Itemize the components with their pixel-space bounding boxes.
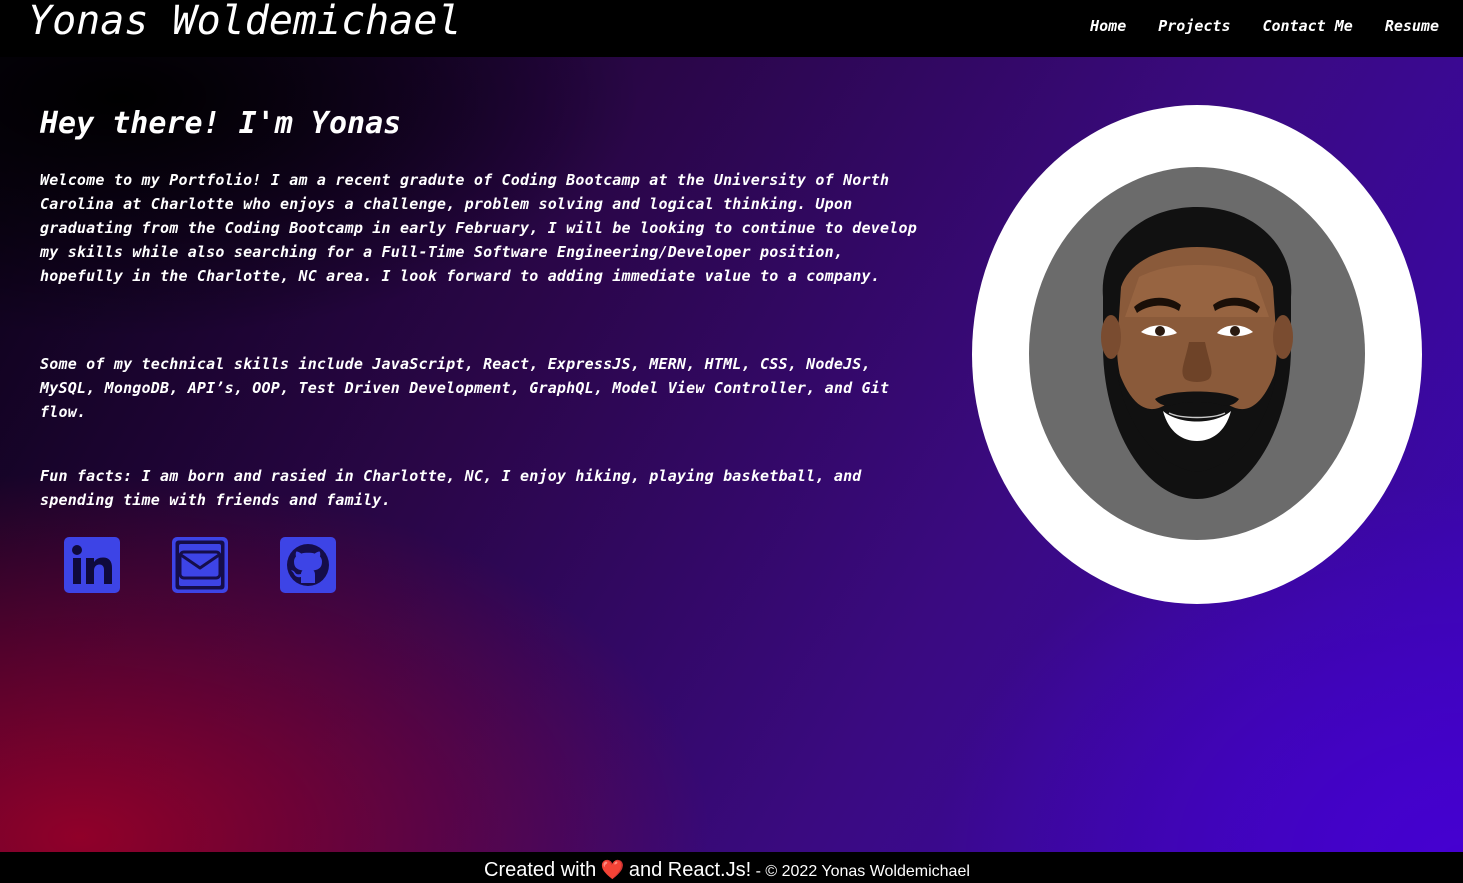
top-navbar: Yonas Woldemichael Home Projects Contact… <box>0 0 1463 57</box>
github-icon[interactable] <box>280 537 336 593</box>
fun-facts-paragraph: Fun facts: I am born and rasied in Charl… <box>40 467 862 509</box>
intro-paragraph: Welcome to my Portfolio! I am a recent g… <box>40 171 917 285</box>
nav-projects-link[interactable]: Projects <box>1158 16 1230 36</box>
nav-contact-link[interactable]: Contact Me <box>1263 16 1353 36</box>
hero-heading: Hey there! I'm Yonas <box>40 106 402 141</box>
footer-created-prefix: Created with <box>484 859 597 881</box>
footer-copyright: - © 2022 Yonas Woldemichael <box>755 863 970 880</box>
main-nav: Home Projects Contact Me Resume <box>1090 16 1439 36</box>
heart-icon: ❤️ <box>600 860 625 881</box>
email-icon[interactable] <box>172 537 228 593</box>
nav-home-link[interactable]: Home <box>1090 16 1126 36</box>
social-links <box>64 537 336 593</box>
footer: Created with ❤️ and React.Js! - © 2022 Y… <box>0 852 1463 883</box>
footer-created-suffix: and React.Js! <box>628 859 752 881</box>
linkedin-icon[interactable] <box>64 537 120 593</box>
skills-paragraph: Some of my technical skills include Java… <box>40 355 890 421</box>
site-title[interactable]: Yonas Woldemichael <box>28 0 461 44</box>
avatar <box>1029 167 1365 540</box>
footer-text: Created with ❤️ and React.Js! - © 2022 Y… <box>484 858 970 883</box>
nav-resume-link[interactable]: Resume <box>1385 16 1439 36</box>
